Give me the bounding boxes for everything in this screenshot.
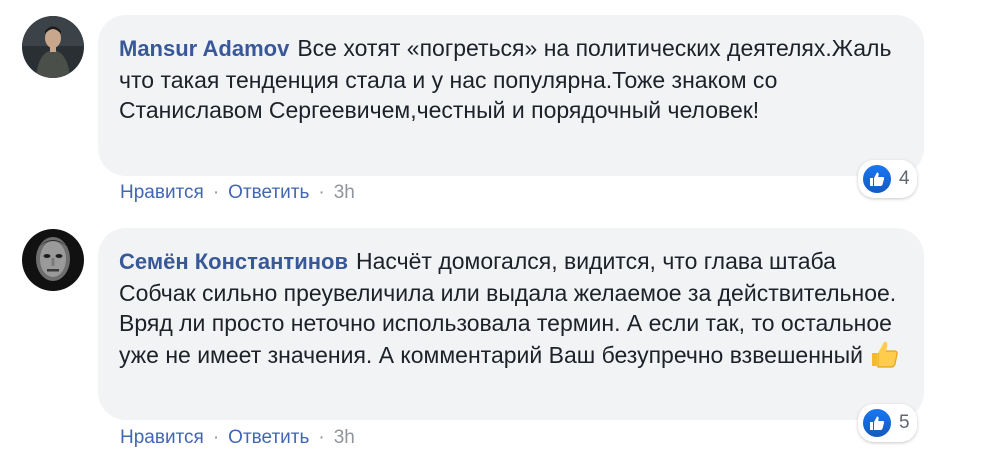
- separator: ·: [212, 182, 220, 203]
- reaction-summary[interactable]: 5: [858, 404, 917, 442]
- avatar[interactable]: [22, 16, 84, 78]
- comment-bubble: Семён Константинов Насчёт домогался, види…: [98, 228, 924, 420]
- reaction-count: 5: [899, 412, 910, 433]
- reply-button[interactable]: Ответить: [228, 427, 309, 449]
- comment-timestamp[interactable]: 3h: [334, 427, 355, 449]
- comment-actions: Нравится · Ответить · 3h: [120, 182, 355, 204]
- like-button[interactable]: Нравится: [120, 182, 204, 204]
- like-icon: [861, 163, 893, 195]
- like-button[interactable]: Нравится: [120, 427, 204, 449]
- separator: ·: [318, 182, 325, 203]
- avatar[interactable]: [22, 229, 84, 291]
- comment-timestamp[interactable]: 3h: [334, 182, 355, 204]
- like-icon: [861, 407, 893, 439]
- reaction-count: 4: [899, 168, 910, 189]
- separator: ·: [212, 427, 220, 448]
- comment-author[interactable]: Mansur Adamov: [119, 36, 289, 61]
- comment-actions: Нравится · Ответить · 3h: [120, 427, 355, 449]
- separator: ·: [318, 427, 325, 448]
- reply-button[interactable]: Ответить: [228, 182, 309, 204]
- comment-author[interactable]: Семён Константинов: [119, 249, 348, 274]
- thumbs-up-emoji: [869, 339, 899, 377]
- comment-bubble: Mansur Adamov Все хотят «погреться» на по…: [98, 15, 924, 176]
- reaction-summary[interactable]: 4: [858, 160, 917, 198]
